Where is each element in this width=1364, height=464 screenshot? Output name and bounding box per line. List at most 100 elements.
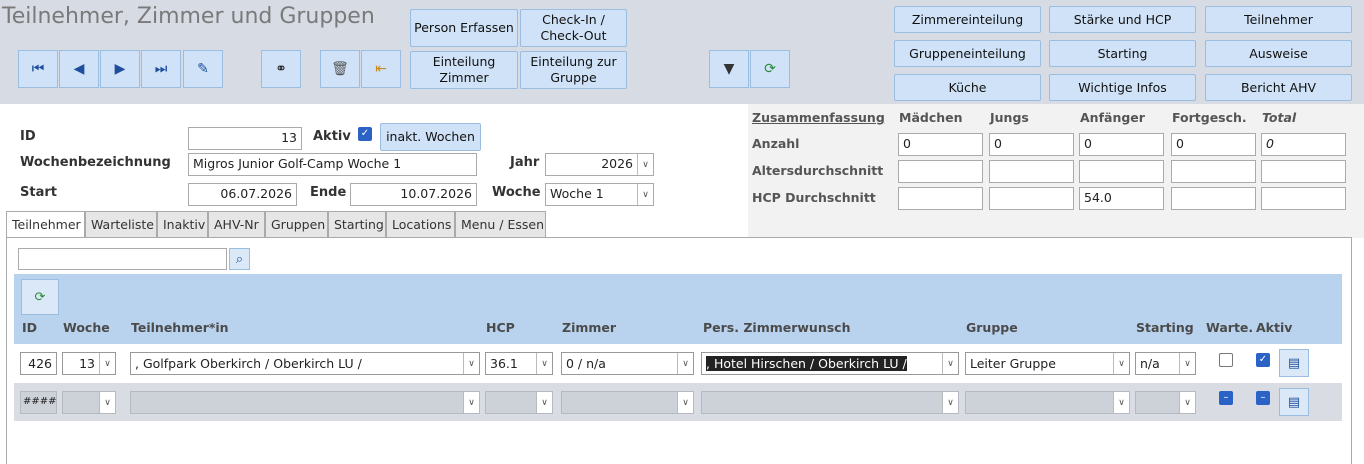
- row1-starting[interactable]: n/a ∨: [1135, 352, 1196, 375]
- grid-search-button[interactable]: ⌕: [229, 248, 250, 270]
- last-record-button[interactable]: ⏭: [141, 50, 181, 88]
- anzahl-anfaenger[interactable]: 0: [1079, 133, 1164, 156]
- row1-hcp[interactable]: 36.1 ∨: [485, 352, 553, 375]
- next-record-button[interactable]: ▶: [100, 50, 140, 88]
- anzahl-maedchen[interactable]: 0: [898, 133, 983, 156]
- refresh-button[interactable]: ⟳: [750, 50, 790, 88]
- hcp-jungs[interactable]: [989, 187, 1074, 210]
- tab-menu-essen[interactable]: Menu / Essen: [455, 211, 546, 238]
- row1-detail-button[interactable]: ▤: [1279, 349, 1309, 377]
- summary-col-fortgesch: Fortgesch.: [1172, 110, 1247, 125]
- tab-inaktiv[interactable]: Inaktiv: [157, 211, 208, 238]
- row1-teilnehmer[interactable]: , Golfpark Oberkirch / Oberkirch LU / ∨: [130, 352, 480, 375]
- ende-field[interactable]: 10.07.2026: [350, 183, 477, 206]
- row1-gruppe[interactable]: Leiter Gruppe ∨: [965, 352, 1130, 375]
- row2-starting[interactable]: ∨: [1135, 391, 1196, 414]
- chevron-down-icon[interactable]: ∨: [1113, 392, 1129, 413]
- grid-refresh-button[interactable]: ⟳: [21, 279, 59, 315]
- next-icon: ▶: [114, 61, 126, 77]
- einteilung-zimmer-button[interactable]: Einteilung Zimmer: [410, 51, 518, 89]
- woche-value: Woche 1: [550, 186, 604, 201]
- chevron-down-icon[interactable]: ∨: [677, 353, 693, 374]
- chevron-down-icon[interactable]: ∨: [942, 353, 958, 374]
- tab-starting[interactable]: Starting: [328, 211, 386, 238]
- row1-aktiv-checkbox[interactable]: ✓: [1256, 353, 1270, 367]
- chevron-down-icon[interactable]: ∨: [1179, 392, 1195, 413]
- chevron-down-icon[interactable]: ∨: [637, 154, 653, 175]
- chevron-down-icon[interactable]: ∨: [637, 184, 653, 205]
- tab-teilnehmer[interactable]: Teilnehmer: [6, 211, 85, 238]
- row1-warte-checkbox[interactable]: [1219, 353, 1233, 367]
- row2-warte-checkbox[interactable]: –: [1219, 391, 1233, 405]
- gruppeneinteilung-button[interactable]: Gruppeneinteilung: [894, 40, 1041, 67]
- aktiv-checkbox[interactable]: ✓: [358, 127, 372, 141]
- row2-woche[interactable]: ∨: [62, 391, 116, 414]
- grid-search-input[interactable]: [18, 248, 227, 270]
- row2-zimmerwunsch[interactable]: ∨: [701, 391, 959, 414]
- kueche-button[interactable]: Küche: [894, 74, 1041, 101]
- anzahl-jungs[interactable]: 0: [989, 133, 1074, 156]
- anzahl-total[interactable]: 0: [1261, 133, 1346, 156]
- tab-locations[interactable]: Locations: [386, 211, 455, 238]
- row2-hcp[interactable]: ∨: [485, 391, 553, 414]
- row1-starting-value: n/a: [1140, 356, 1160, 371]
- anzahl-fortgesch[interactable]: 0: [1171, 133, 1256, 156]
- row1-woche[interactable]: 13 ∨: [62, 352, 116, 375]
- row2-teilnehmer[interactable]: ∨: [130, 391, 480, 414]
- filter-button[interactable]: ▼: [709, 50, 749, 88]
- row2-gruppe[interactable]: ∨: [965, 391, 1130, 414]
- hcp-maedchen[interactable]: [898, 187, 983, 210]
- woche-select[interactable]: Woche 1 ∨: [545, 183, 654, 206]
- check-in-out-button[interactable]: Check-In / Check-Out: [520, 9, 627, 47]
- person-erfassen-button[interactable]: Person Erfassen: [410, 9, 518, 47]
- wochenbezeichnung-field[interactable]: Migros Junior Golf-Camp Woche 1: [188, 153, 477, 176]
- chevron-down-icon[interactable]: ∨: [463, 392, 479, 413]
- previous-record-button[interactable]: ◀: [59, 50, 99, 88]
- chevron-down-icon[interactable]: ∨: [99, 392, 115, 413]
- bericht-ahv-button[interactable]: Bericht AHV: [1205, 74, 1352, 101]
- teilnehmer-button[interactable]: Teilnehmer: [1205, 6, 1352, 33]
- search-button[interactable]: ⚭: [261, 50, 301, 88]
- refresh-icon: ⟳: [764, 61, 776, 77]
- chevron-down-icon[interactable]: ∨: [942, 392, 958, 413]
- chevron-down-icon[interactable]: ∨: [463, 353, 479, 374]
- edit-button[interactable]: ✎: [183, 50, 223, 88]
- hcp-total[interactable]: [1261, 187, 1346, 210]
- chevron-down-icon[interactable]: ∨: [1113, 353, 1129, 374]
- tab-warteliste[interactable]: Warteliste: [85, 211, 157, 238]
- chevron-down-icon[interactable]: ∨: [1179, 353, 1195, 374]
- row2-detail-button[interactable]: ▤: [1279, 388, 1309, 416]
- row2-zimmer[interactable]: ∨: [561, 391, 694, 414]
- hcp-anfaenger[interactable]: 54.0: [1079, 187, 1164, 210]
- alter-total[interactable]: [1261, 160, 1346, 183]
- alter-fortgesch[interactable]: [1171, 160, 1256, 183]
- inakt-wochen-button[interactable]: inakt. Wochen: [380, 123, 481, 151]
- tab-gruppen[interactable]: Gruppen: [265, 211, 328, 238]
- chevron-down-icon[interactable]: ∨: [536, 353, 552, 374]
- row1-zimmer[interactable]: 0 / n/a ∨: [561, 352, 694, 375]
- row2-id[interactable]: #####: [20, 391, 57, 414]
- alter-maedchen[interactable]: [898, 160, 983, 183]
- starting-button[interactable]: Starting: [1049, 40, 1196, 67]
- staerke-hcp-button[interactable]: Stärke und HCP: [1049, 6, 1196, 33]
- row2-aktiv-checkbox[interactable]: –: [1256, 391, 1270, 405]
- id-field[interactable]: 13: [188, 127, 302, 150]
- delete-button[interactable]: 🗑: [320, 50, 360, 88]
- jahr-select[interactable]: 2026 ∨: [545, 153, 654, 176]
- chevron-down-icon[interactable]: ∨: [99, 353, 115, 374]
- hcp-fortgesch[interactable]: [1171, 187, 1256, 210]
- chevron-down-icon[interactable]: ∨: [536, 392, 552, 413]
- alter-anfaenger[interactable]: [1079, 160, 1164, 183]
- ausweise-button[interactable]: Ausweise: [1205, 40, 1352, 67]
- exit-button[interactable]: ⇤: [361, 50, 401, 88]
- chevron-down-icon[interactable]: ∨: [677, 392, 693, 413]
- first-record-button[interactable]: ⏮: [18, 50, 58, 88]
- row1-zimmerwunsch[interactable]: , Hotel Hirschen / Oberkirch LU / ∨: [701, 352, 959, 375]
- zimmereinteilung-button[interactable]: Zimmereinteilung: [894, 6, 1041, 33]
- tab-ahv-nr[interactable]: AHV-Nr: [208, 211, 265, 238]
- alter-jungs[interactable]: [989, 160, 1074, 183]
- row1-id[interactable]: 426: [20, 352, 57, 375]
- einteilung-gruppe-button[interactable]: Einteilung zur Gruppe: [520, 51, 627, 89]
- start-field[interactable]: 06.07.2026: [188, 183, 297, 206]
- wichtige-infos-button[interactable]: Wichtige Infos: [1049, 74, 1196, 101]
